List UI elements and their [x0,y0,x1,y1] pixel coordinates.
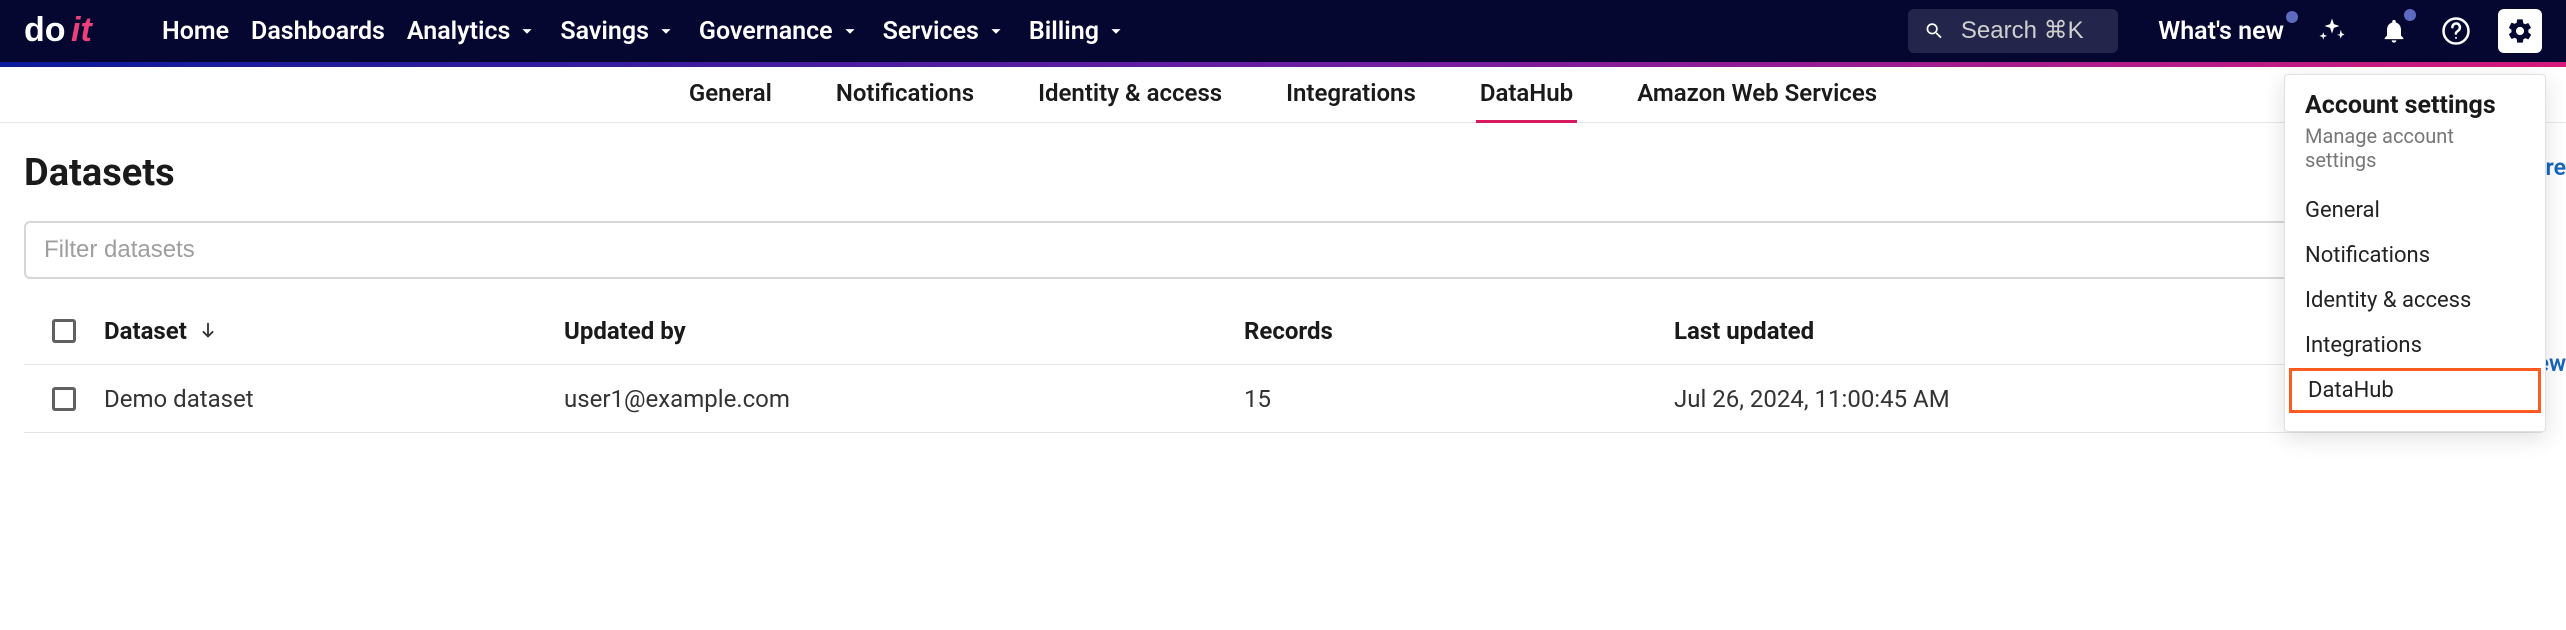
whats-new-label: What's new [2158,17,2284,46]
notification-dot-icon [2286,11,2298,23]
nav-billing[interactable]: Billing [1029,17,1127,46]
tab-label: Notifications [836,79,974,107]
tab-integrations[interactable]: Integrations [1282,67,1420,123]
nav-analytics[interactable]: Analytics [407,17,538,46]
sparkle-button[interactable] [2312,11,2352,51]
chevron-down-icon [839,20,861,42]
tab-label: Integrations [1286,79,1416,107]
popover-item-identity-access[interactable]: Identity & access [2285,278,2545,323]
tab-label: DataHub [1480,79,1573,107]
chevron-down-icon [655,20,677,42]
table-header-row: Dataset Updated by Records Last updated [24,297,2542,365]
cell-last-updated: Jul 26, 2024, 11:00:45 AM [1674,385,1950,413]
column-label: Records [1244,317,1333,345]
tab-datahub[interactable]: DataHub [1476,67,1577,123]
column-header-records[interactable]: Records [1244,317,1674,345]
page-content: Datasets Dataset Updated by Records Last… [0,123,2566,433]
filter-datasets-input[interactable] [24,221,2542,279]
nav-savings[interactable]: Savings [560,17,677,46]
settings-gear-button[interactable] [2498,9,2542,53]
nav-dashboards[interactable]: Dashboards [251,17,385,46]
chevron-down-icon [985,20,1007,42]
nav-home[interactable]: Home [162,17,229,46]
popover-item-datahub[interactable]: DataHub [2289,368,2541,413]
row-checkbox[interactable] [52,387,76,411]
settings-tabs: General Notifications Identity & access … [0,67,2566,123]
column-header-dataset[interactable]: Dataset [104,317,564,345]
nav-label: Analytics [407,17,510,46]
nav-services[interactable]: Services [883,17,1007,46]
popover-item-integrations[interactable]: Integrations [2285,323,2545,368]
nav-label: Services [883,17,979,46]
nav-label: Billing [1029,17,1099,46]
bell-icon [2380,17,2408,45]
help-button[interactable] [2436,11,2476,51]
page-title: Datasets [24,151,2542,195]
nav-label: Governance [699,17,833,46]
tab-general[interactable]: General [685,67,776,123]
svg-text:it: it [71,13,93,49]
notifications-button[interactable] [2374,11,2414,51]
tab-aws[interactable]: Amazon Web Services [1633,67,1881,123]
primary-nav-links: Home Dashboards Analytics Savings Govern… [162,17,1127,46]
top-nav: do it Home Dashboards Analytics Savings … [0,0,2566,62]
nav-label: Home [162,17,229,46]
tab-label: Identity & access [1038,79,1222,107]
tab-label: Amazon Web Services [1637,79,1877,107]
sparkle-icon [2317,16,2347,46]
table-row[interactable]: Demo dataset user1@example.com 15 Jul 26… [24,365,2542,433]
help-icon [2441,16,2471,46]
cell-dataset: Demo dataset [104,385,254,413]
cell-records: 15 [1244,385,1271,413]
nav-label: Savings [560,17,649,46]
sort-arrow-down-icon [197,320,219,342]
global-search[interactable] [1908,9,2118,53]
brand-logo[interactable]: do it [24,13,134,49]
gear-icon [2506,17,2534,45]
datasets-table: Dataset Updated by Records Last updated … [24,297,2542,433]
chevron-down-icon [1105,20,1127,42]
nav-governance[interactable]: Governance [699,17,861,46]
chevron-down-icon [516,20,538,42]
tab-identity-access[interactable]: Identity & access [1034,67,1226,123]
search-input[interactable] [1961,17,2102,45]
column-label: Dataset [104,317,187,345]
column-header-updated-by[interactable]: Updated by [564,317,1244,345]
tab-notifications[interactable]: Notifications [832,67,978,123]
tab-label: General [689,79,772,107]
popover-item-notifications[interactable]: Notifications [2285,233,2545,278]
column-label: Last updated [1674,317,1814,345]
whats-new-link[interactable]: What's new [2158,17,2284,46]
search-icon [1924,18,1945,44]
notification-dot-icon [2404,9,2416,21]
column-label: Updated by [564,317,686,345]
nav-label: Dashboards [251,17,385,46]
svg-text:do: do [24,13,66,49]
account-settings-popover: Account settings Manage account settings… [2284,74,2546,432]
popover-item-general[interactable]: General [2285,188,2545,233]
popover-subtitle: Manage account settings [2285,124,2545,172]
select-all-checkbox[interactable] [52,319,76,343]
cell-updated-by: user1@example.com [564,385,790,413]
popover-title: Account settings [2285,91,2545,120]
